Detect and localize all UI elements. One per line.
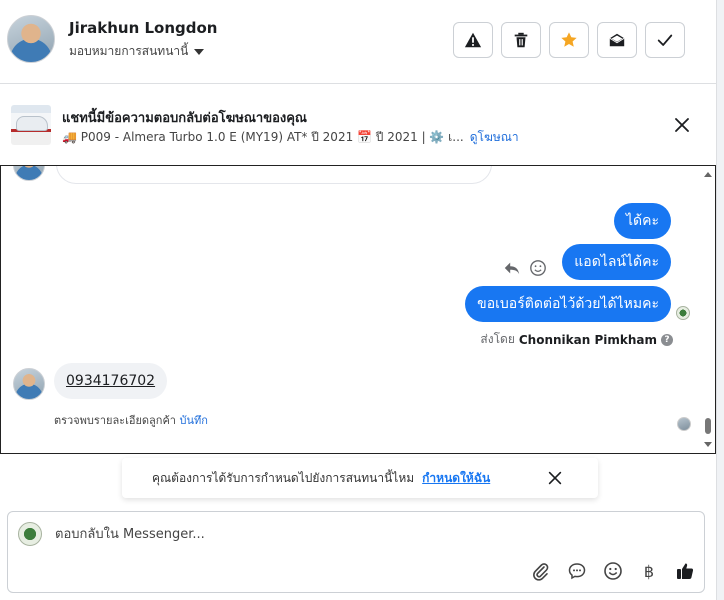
- chat-bubble-icon: [568, 563, 586, 580]
- baht-icon: ฿: [643, 561, 655, 581]
- send-like-button[interactable]: [674, 560, 696, 582]
- sent-by-name: Chonnikan Pimkham: [518, 332, 657, 347]
- customer-note-text: ตรวจพบรายละเอียดลูกค้า: [54, 414, 176, 427]
- help-icon[interactable]: ?: [661, 333, 673, 346]
- emoji-button[interactable]: [602, 560, 624, 582]
- scrollbar-thumb[interactable]: [705, 418, 711, 434]
- page-avatar: [18, 522, 42, 546]
- assign-to-me-link[interactable]: กำหนดให้ฉัน: [422, 469, 490, 488]
- contact-avatar-small: [13, 166, 45, 181]
- sent-by-label: ส่งโดย Chonnikan Pimkham ?: [480, 330, 673, 349]
- page-seen-avatar: [676, 306, 690, 320]
- saved-replies-button[interactable]: [566, 560, 588, 582]
- ad-banner-title: แชทนี้มีข้อความตอบกลับต่อโฆษณาของคุณ: [62, 111, 307, 126]
- mark-unread-button[interactable]: [597, 22, 637, 58]
- envelope-open-icon: [609, 33, 625, 47]
- mark-done-button[interactable]: [645, 22, 685, 58]
- assign-suggestion-toast: คุณต้องการได้รับการกำหนดไปยังการสนทนานี้…: [122, 458, 598, 498]
- warning-icon: [464, 32, 482, 48]
- payment-button[interactable]: ฿: [638, 560, 660, 582]
- thumbs-up-icon: [677, 563, 694, 579]
- reply-input[interactable]: [55, 523, 615, 545]
- delete-button[interactable]: [501, 22, 541, 58]
- reply-icon[interactable]: [503, 259, 521, 277]
- composer-tools: ฿: [530, 560, 696, 582]
- assign-suggestion-text: คุณต้องการได้รับการกำหนดไปยังการสนทนานี้…: [152, 470, 415, 485]
- react-smiley-icon[interactable]: [529, 259, 547, 277]
- seen-by-avatar: [677, 417, 691, 431]
- contact-avatar-small[interactable]: [13, 368, 45, 400]
- messenger-conversation-panel: Jirakhun Longdon มอบหมายการสนทนานี้ แชทน…: [0, 0, 724, 600]
- attach-button[interactable]: [530, 560, 552, 582]
- close-banner-icon[interactable]: [672, 115, 692, 135]
- ad-banner-subtitle-text: 🚚 P009 - Almera Turbo 1.0 E (MY19) AT* ป…: [62, 130, 464, 144]
- assign-label: มอบหมายการสนทนานี้: [69, 44, 189, 58]
- customer-details-detected: ตรวจพบรายละเอียดลูกค้า บันทึก: [54, 411, 208, 429]
- star-button[interactable]: [549, 22, 589, 58]
- message-composer: ฿: [7, 511, 705, 593]
- smiley-icon: [604, 562, 622, 580]
- scroll-down-arrow-icon[interactable]: [704, 442, 712, 447]
- scrollbar[interactable]: [701, 166, 715, 453]
- ad-reply-banner: แชทนี้มีข้อความตอบกลับต่อโฆษณาของคุณ 🚚 P…: [0, 85, 724, 163]
- message-thread[interactable]: ได้คะ แอดไลน์ได้คะ ขอเบอร์ติดต่อไว้ด้วยไ…: [0, 165, 716, 454]
- mark-spam-button[interactable]: [453, 22, 493, 58]
- outgoing-message[interactable]: แอดไลน์ได้คะ: [562, 244, 671, 280]
- ad-thumbnail[interactable]: [11, 105, 51, 145]
- outgoing-message[interactable]: ขอเบอร์ติดต่อไว้ด้วยได้ไหมคะ: [465, 286, 671, 322]
- previous-message-bubble: [56, 166, 492, 184]
- conversation-header: Jirakhun Longdon มอบหมายการสนทนานี้: [0, 0, 724, 84]
- paperclip-icon: [533, 563, 549, 581]
- ad-banner-subtitle: 🚚 P009 - Almera Turbo 1.0 E (MY19) AT* ป…: [62, 128, 519, 147]
- incoming-message-phone[interactable]: 0934176702: [54, 363, 168, 399]
- outgoing-message[interactable]: ได้คะ: [613, 203, 671, 239]
- contact-avatar[interactable]: [7, 15, 55, 63]
- sent-by-prefix: ส่งโดย: [480, 332, 515, 346]
- save-customer-details-link[interactable]: บันทึก: [179, 414, 207, 427]
- close-suggestion-icon[interactable]: [546, 469, 564, 487]
- message-actions: [503, 259, 547, 277]
- caret-down-icon: [194, 49, 205, 55]
- star-icon: [561, 32, 577, 47]
- contact-name[interactable]: Jirakhun Longdon: [69, 19, 217, 37]
- check-icon: [657, 34, 673, 46]
- view-ad-link[interactable]: ดูโฆษณา: [470, 128, 519, 147]
- assign-conversation-dropdown[interactable]: มอบหมายการสนทนานี้: [69, 42, 205, 61]
- trash-icon: [514, 32, 528, 48]
- scroll-up-arrow-icon[interactable]: [704, 172, 712, 177]
- page-scroll-strip: [716, 0, 724, 600]
